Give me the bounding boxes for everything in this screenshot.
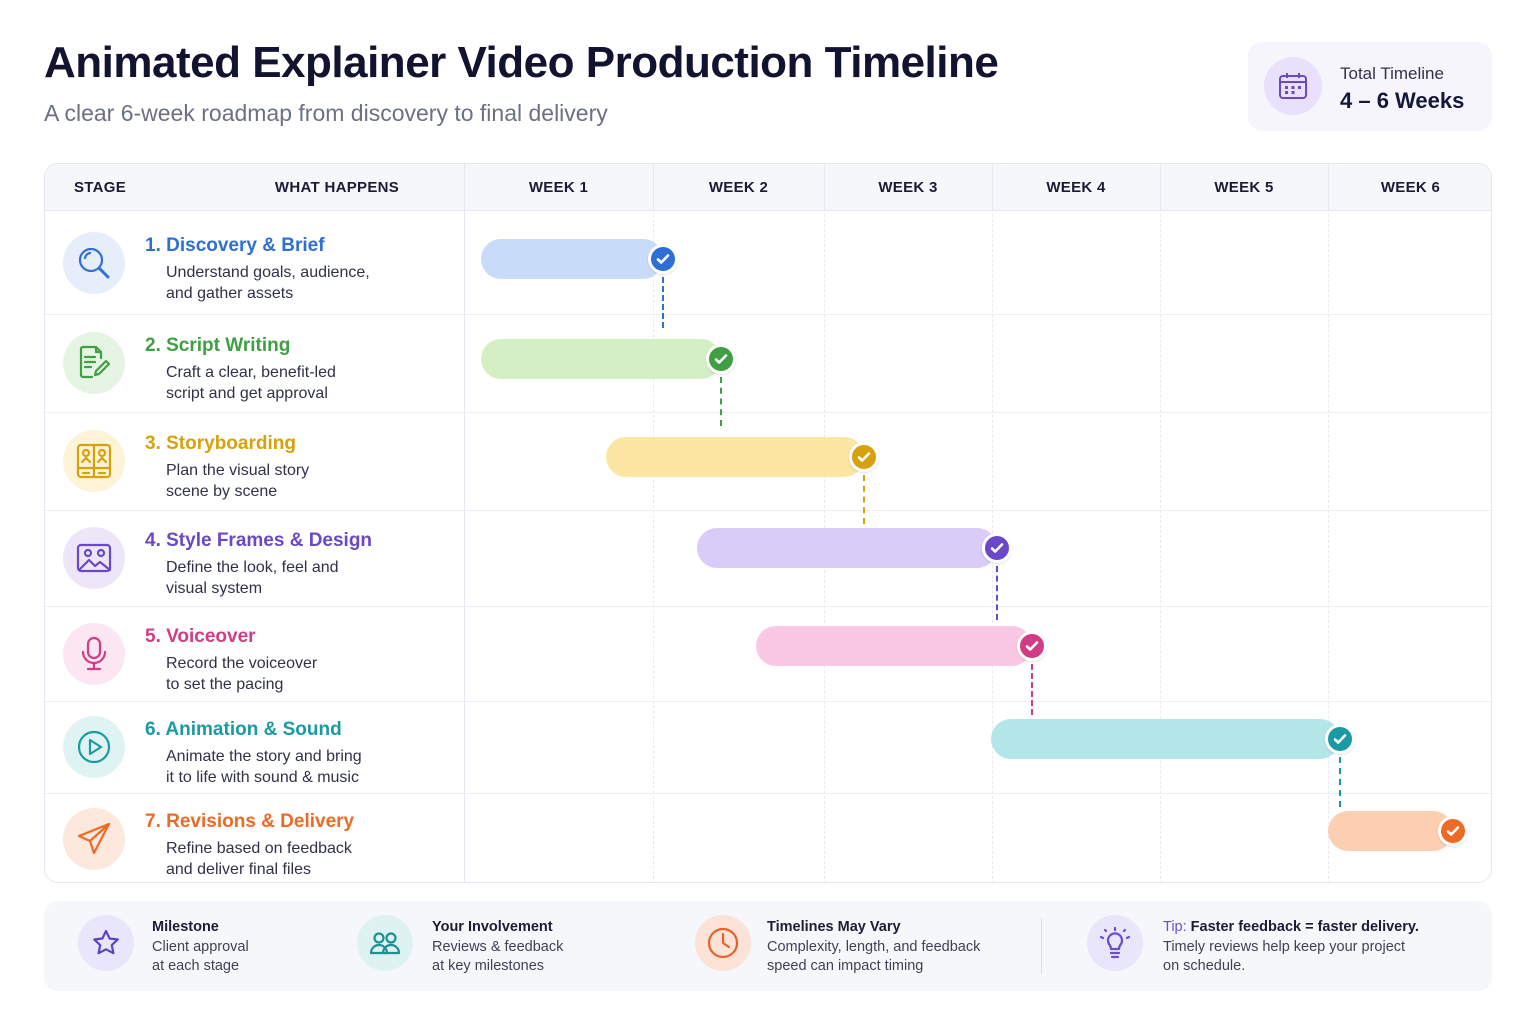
table-header: STAGE WHAT HAPPENS WEEK 1 WEEK 2 WEEK 3 WEE… [45, 164, 1491, 211]
legend-title: Tip: Faster feedback = faster delivery. [1163, 919, 1419, 935]
milestone-check-icon [1017, 631, 1048, 661]
page-subtitle: A clear 6-week roadmap from discovery to… [44, 100, 608, 126]
gantt-bar[interactable] [481, 339, 722, 379]
dependency-connector [863, 475, 866, 524]
stage-title: 4. Style Frames & Design [145, 530, 373, 551]
stage-title: 2. Script Writing [145, 335, 291, 356]
legend-title-text: Timelines May Vary [767, 919, 901, 935]
legend-text: at each stage [152, 958, 240, 974]
stage-description: and deliver final files [166, 860, 311, 878]
legend-text: Reviews & feedback [432, 939, 564, 955]
stage-title: 7. Revisions & Delivery [145, 810, 355, 832]
stage-title: 6. Animation & Sound [145, 719, 342, 740]
week-divider [992, 164, 993, 882]
legend-text: speed can impact timing [767, 958, 924, 974]
legend-title: Timelines May Vary [767, 919, 901, 935]
stage-description: Plan the visual story [166, 462, 310, 479]
gantt-bar[interactable] [1328, 811, 1454, 851]
header-week-3: WEEK 3 [878, 179, 938, 196]
week-divider [1328, 164, 1329, 882]
legend-title-text: Your Involvement [432, 919, 553, 935]
play-circle-icon [63, 716, 125, 778]
stage-row: 6. Animation & Sound Animate the story an… [45, 701, 464, 793]
lightbulb-icon [1087, 915, 1143, 971]
week-divider [1160, 164, 1161, 882]
stage-row: 7. Revisions & Delivery Refine based on f… [45, 793, 464, 882]
gantt-bar[interactable] [481, 239, 664, 279]
milestone-check-icon [982, 533, 1013, 563]
legend-text: Client approval [152, 939, 249, 955]
clock-icon [695, 915, 751, 971]
gantt-bar[interactable] [990, 719, 1340, 759]
dependency-connector [996, 566, 999, 620]
header-week-1: WEEK 1 [528, 179, 589, 196]
header-stage: STAGE [74, 179, 127, 196]
stage-description: Define the look, feel and [166, 559, 339, 576]
stage-title: 3. Storyboarding [145, 433, 296, 454]
stage-row: 5. Voiceover Record the voiceover to set t… [45, 606, 464, 701]
storyboard-icon [63, 430, 125, 492]
stage-description: Refine based on feedback [166, 839, 352, 857]
total-timeline-value: 4 – 6 Weeks [1340, 88, 1465, 113]
image-frame-icon [63, 527, 125, 589]
page-title: Animated Explainer Video Production Time… [44, 38, 999, 87]
stage-description: and gather assets [166, 284, 294, 302]
legend-text: on schedule. [1163, 958, 1246, 974]
week-divider [824, 164, 825, 882]
stage-row: 1. Discovery & Brief Understand goals, au… [45, 211, 464, 314]
stage-title: 1. Discovery & Brief [145, 234, 325, 256]
stage-description: Animate the story and bring [166, 748, 362, 765]
stage-description: script and get approval [166, 385, 328, 402]
header-week-2: WEEK 2 [708, 179, 769, 196]
dependency-connector [720, 377, 723, 426]
paper-plane-icon [63, 807, 125, 870]
users-icon [357, 915, 413, 971]
gantt-bar[interactable] [755, 626, 1033, 666]
milestone-check-icon [849, 442, 880, 472]
legend-bar: Milestone Client approval at each stage You… [44, 901, 1492, 991]
stage-row: 4. Style Frames & Design Define the look,… [45, 510, 464, 606]
legend-text: at key milestones [432, 958, 545, 974]
legend-text: Complexity, length, and feedback [767, 939, 981, 955]
header-week-5: WEEK 5 [1214, 179, 1274, 196]
calendar-icon [1264, 57, 1322, 115]
milestone-check-icon [1438, 816, 1469, 846]
legend-title-text: Faster feedback = faster delivery. [1186, 919, 1419, 935]
dependency-connector [1338, 757, 1341, 807]
milestone-check-icon [648, 244, 679, 274]
milestone-check-icon [706, 344, 737, 374]
stage-column-divider [464, 164, 465, 882]
legend-title-text: Milestone [152, 919, 219, 935]
gantt-bar[interactable] [697, 528, 998, 568]
star-icon [78, 915, 134, 971]
legend-title: Milestone [152, 919, 219, 935]
total-timeline-label: Total Timeline [1340, 64, 1444, 83]
stage-description: visual system [166, 580, 263, 597]
dependency-connector [1031, 664, 1034, 715]
timeline-table: STAGE WHAT HAPPENS WEEK 1 WEEK 2 WEEK 3 WEE… [44, 163, 1492, 883]
header-week-6: WEEK 6 [1380, 179, 1441, 196]
stage-description: scene by scene [166, 483, 278, 500]
tip-prefix: Tip: [1163, 919, 1187, 935]
gantt-bar[interactable] [605, 437, 865, 477]
microphone-icon [63, 622, 125, 685]
stage-row: 3. Storyboarding Plan the visual story sce… [45, 412, 464, 510]
stage-description: to set the pacing [166, 675, 284, 693]
stage-description: Record the voiceover [166, 654, 318, 672]
legend-title: Your Involvement [432, 919, 553, 935]
stage-row: 2. Script Writing Craft a clear, benefit-… [45, 314, 464, 412]
legend-text: Timely reviews help keep your project [1163, 939, 1406, 955]
stage-description: it to life with sound & music [166, 769, 359, 786]
legend-divider [1041, 918, 1042, 974]
stage-description: Craft a clear, benefit-led [166, 364, 336, 381]
total-timeline-card: Total Timeline 4 – 6 Weeks [1248, 42, 1492, 131]
stage-description: Understand goals, audience, [166, 263, 370, 281]
document-edit-icon [63, 332, 125, 394]
header-what-happens: WHAT HAPPENS [274, 179, 400, 196]
stage-title: 5. Voiceover [145, 625, 256, 647]
header-week-4: WEEK 4 [1046, 179, 1106, 196]
magnifier-icon [63, 231, 125, 294]
milestone-check-icon [1324, 724, 1355, 754]
dependency-connector [662, 277, 665, 328]
